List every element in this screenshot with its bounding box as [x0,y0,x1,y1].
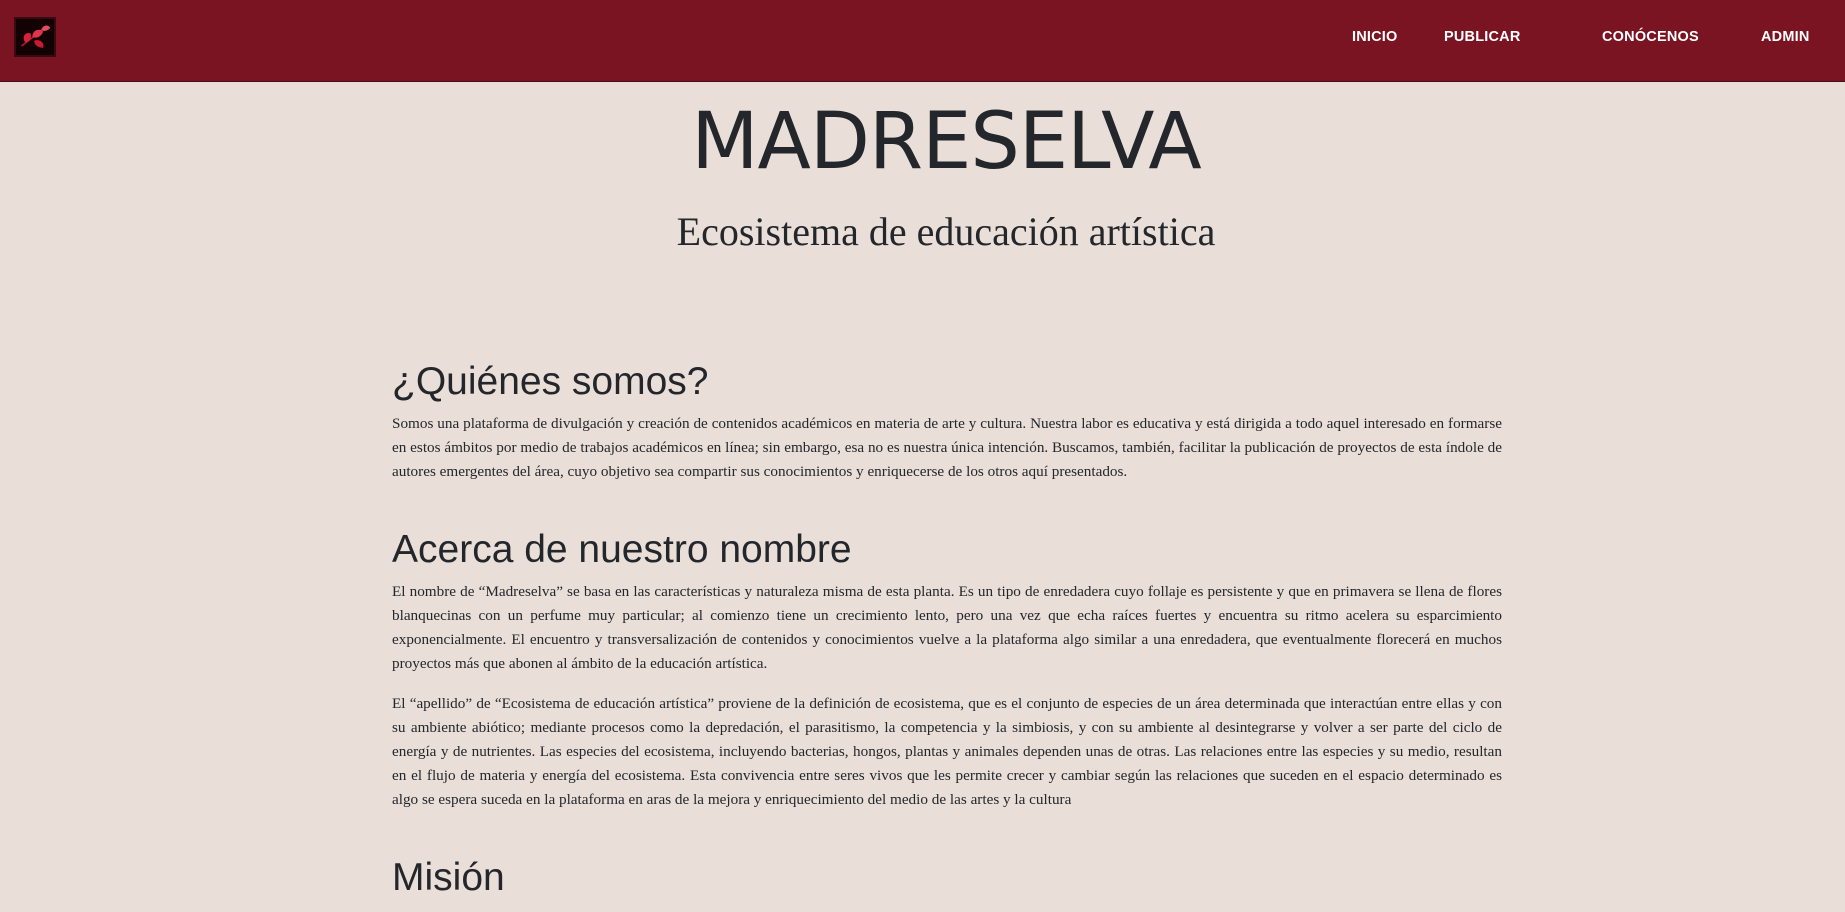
top-navbar: INICIO PUBLICAR CONÓCENOS ADMIN [0,0,1845,82]
site-title: MADRESELVA [691,97,1202,187]
nav-link-publicar[interactable]: PUBLICAR [1444,29,1521,45]
nav-link-inicio[interactable]: INICIO [1352,29,1398,45]
nav-link-admin[interactable]: ADMIN [1761,29,1810,45]
paragraph-quienes-somos: Somos una plataforma de divulgación y cr… [392,415,1502,480]
section-heading-acerca-nombre: Acerca de nuestro nombre [392,528,852,571]
section-heading-mision: Misión [392,856,505,899]
paragraph-acerca-nombre-2: El “apellido” de “Ecosistema de educació… [392,695,1502,808]
site-logo[interactable] [14,17,56,57]
vine-leaf-logo-icon [16,19,54,55]
paragraph-acerca-nombre-1: El nombre de “Madreselva” se basa en las… [392,583,1502,672]
nav-link-conocenos[interactable]: CONÓCENOS [1602,29,1699,45]
section-heading-quienes-somos: ¿Quiénes somos? [392,360,709,403]
site-subtitle: Ecosistema de educación artística [676,209,1216,254]
